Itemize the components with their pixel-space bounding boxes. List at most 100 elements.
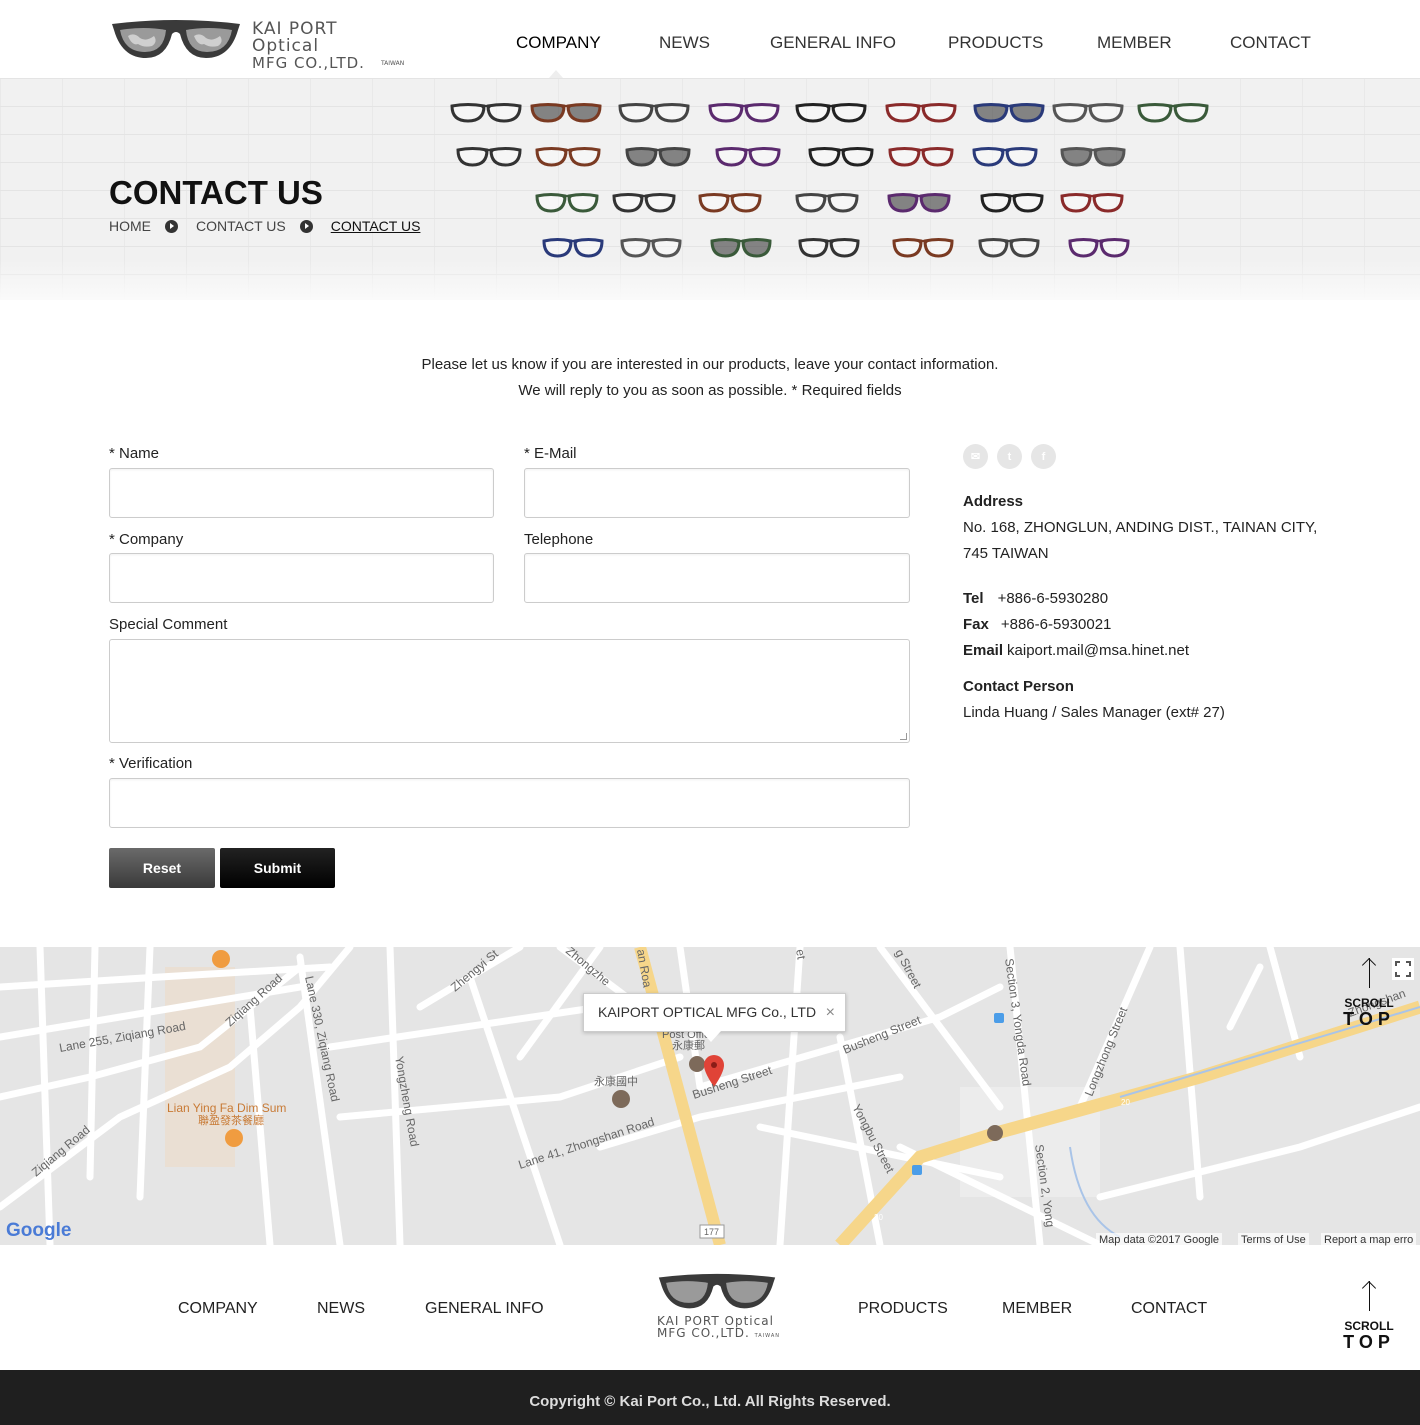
nav-member[interactable]: MEMBER: [1097, 33, 1172, 53]
reset-button[interactable]: Reset: [109, 848, 215, 888]
company-field[interactable]: [109, 553, 494, 603]
eyeglasses-frame-icon: [456, 147, 522, 167]
social-links: ✉ t f: [963, 444, 1056, 469]
submit-button[interactable]: Submit: [220, 848, 335, 888]
email-info-label: Email: [963, 642, 1004, 659]
eyeglasses-frame-icon: [888, 147, 954, 167]
restaurant-pin-icon[interactable]: [225, 1129, 243, 1147]
eyeglasses-frame-icon: [535, 147, 601, 167]
map-report-link[interactable]: Report a map erro: [1321, 1233, 1417, 1247]
footer-brand-country: TAIWAN: [754, 1333, 780, 1339]
email-value[interactable]: kaiport.mail@msa.hinet.net: [1007, 642, 1189, 659]
eyeglasses-frame-icon: [1052, 103, 1124, 123]
eyeglasses-frame-icon: [795, 193, 859, 213]
map-poi-label: 永康國中: [594, 1074, 638, 1088]
route-label: 20: [1121, 1098, 1130, 1107]
map-poi-label: 聯盈發茶餐廳: [198, 1113, 264, 1127]
scroll-top-label-2: TOP: [1343, 1332, 1395, 1352]
address-line-1: No. 168, ZHONGLUN, ANDING DIST., TAINAN …: [963, 519, 1318, 536]
glasses-logo-icon: [658, 1273, 776, 1309]
tel-value: +886-6-5930280: [997, 590, 1109, 607]
email-label: * E-Mail: [524, 445, 577, 462]
breadcrumb-home[interactable]: HOME: [109, 218, 151, 234]
nav-news[interactable]: NEWS: [659, 33, 710, 53]
eyeglasses-frame-icon: [1137, 103, 1209, 123]
close-icon[interactable]: ×: [826, 994, 835, 1031]
breadcrumb-contact-us[interactable]: CONTACT US: [196, 218, 286, 234]
contact-person-block: Contact Person Linda Huang / Sales Manag…: [963, 674, 1225, 726]
name-field[interactable]: [109, 468, 494, 518]
page-banner: CONTACT US HOME CONTACT US CONTACT US: [0, 78, 1420, 300]
map-canvas[interactable]: Lane 255, Ziqiang Road Ziqiang Road Ziqi…: [0, 947, 1420, 1245]
eyeglasses-frame-icon: [887, 193, 951, 213]
scroll-top-label-1: SCROLL: [1344, 996, 1394, 1010]
footer-brand-line2: MFG CO.,LTD.: [657, 1326, 750, 1340]
map-info-title: KAIPORT OPTICAL MFG Co., LTD: [598, 1004, 817, 1020]
breadcrumb: HOME CONTACT US CONTACT US: [109, 218, 420, 234]
eyeglasses-frame-icon: [1068, 238, 1130, 258]
site-header: KAI PORT Optical MFG CO.,LTD. TAIWAN COMP…: [0, 0, 1420, 78]
eyeglasses-frame-icon: [620, 238, 682, 258]
eyeglasses-frame-icon: [795, 103, 867, 123]
address-block: Address No. 168, ZHONGLUN, ANDING DIST.,…: [963, 489, 1317, 567]
footer-nav-contact[interactable]: CONTACT: [1131, 1300, 1207, 1318]
route-label: 20: [874, 1213, 883, 1222]
eyeglasses-frame-icon: [972, 147, 1038, 167]
nav-general-info[interactable]: GENERAL INFO: [770, 33, 896, 53]
banner-fade: [0, 260, 1420, 300]
eyeglasses-frame-icon: [450, 103, 522, 123]
footer-logo[interactable]: KAI PORT Optical MFG CO.,LTD. TAIWAN: [652, 1272, 782, 1344]
email-field[interactable]: [524, 468, 910, 518]
post-office-pin-icon[interactable]: [689, 1056, 705, 1072]
twitter-icon[interactable]: t: [997, 444, 1022, 469]
eyeglasses-frame-icon: [973, 103, 1045, 123]
eyeglasses-frame-icon: [798, 238, 860, 258]
breadcrumb-current[interactable]: CONTACT US: [331, 218, 421, 234]
eyeglasses-frame-icon: [625, 147, 691, 167]
footer-nav-company[interactable]: COMPANY: [178, 1300, 258, 1318]
name-label: * Name: [109, 445, 160, 462]
bus-stop-icon: [912, 1165, 922, 1175]
scroll-top-button[interactable]: SCROLL TOP: [1339, 958, 1399, 1028]
facebook-icon[interactable]: f: [1031, 444, 1056, 469]
page-title: CONTACT US: [109, 174, 323, 211]
eyeglasses-frame-icon: [980, 193, 1044, 213]
eyeglasses-frame-icon: [542, 238, 604, 258]
contact-person-value: Linda Huang / Sales Manager (ext# 27): [963, 704, 1225, 721]
nav-company[interactable]: COMPANY: [516, 33, 601, 53]
fax-value: +886-6-5930021: [1000, 616, 1112, 633]
map-info-window: KAIPORT OPTICAL MFG Co., LTD ×: [583, 993, 846, 1042]
resize-handle-icon[interactable]: [900, 733, 907, 740]
landmark-pin-icon[interactable]: [987, 1125, 1003, 1141]
telephone-field[interactable]: [524, 553, 910, 603]
footer-nav-products[interactable]: PRODUCTS: [858, 1300, 948, 1318]
telephone-label: Telephone: [524, 531, 594, 548]
map-terms-link[interactable]: Terms of Use: [1238, 1233, 1309, 1247]
nav-products[interactable]: PRODUCTS: [948, 33, 1043, 53]
google-map[interactable]: Lane 255, Ziqiang Road Ziqiang Road Ziqi…: [0, 947, 1420, 1245]
eyeglasses-frame-icon: [710, 238, 772, 258]
footer-scroll-top-button[interactable]: SCROLL TOP: [1339, 1281, 1399, 1351]
school-pin-icon[interactable]: [612, 1090, 630, 1108]
google-logo[interactable]: Google: [6, 1220, 71, 1242]
restaurant-pin-icon[interactable]: [212, 950, 230, 968]
breadcrumb-arrow-icon: [299, 219, 313, 233]
footer-nav-news[interactable]: NEWS: [317, 1300, 365, 1318]
eyeglasses-display-image: [450, 103, 1209, 258]
tel-label: Tel: [963, 590, 984, 607]
main-nav: COMPANY NEWS GENERAL INFO PRODUCTS MEMBE…: [0, 33, 1420, 53]
breadcrumb-arrow-icon: [165, 219, 178, 233]
verification-field[interactable]: [109, 778, 910, 828]
footer-nav-member[interactable]: MEMBER: [1002, 1300, 1072, 1318]
footer-nav-general-info[interactable]: GENERAL INFO: [425, 1300, 544, 1318]
fax-label: Fax: [963, 616, 989, 633]
eyeglasses-frame-icon: [535, 193, 599, 213]
nav-contact[interactable]: CONTACT: [1230, 33, 1311, 53]
copyright: Copyright © Kai Port Co., Ltd. All Right…: [0, 1370, 1420, 1425]
eyeglasses-frame-icon: [885, 103, 957, 123]
arrow-up-icon: [1368, 958, 1370, 988]
comment-textarea[interactable]: [109, 639, 910, 743]
route-label: 177: [704, 1227, 719, 1237]
envelope-icon[interactable]: ✉: [963, 444, 988, 469]
intro-line-1: Please let us know if you are interested…: [421, 356, 999, 373]
